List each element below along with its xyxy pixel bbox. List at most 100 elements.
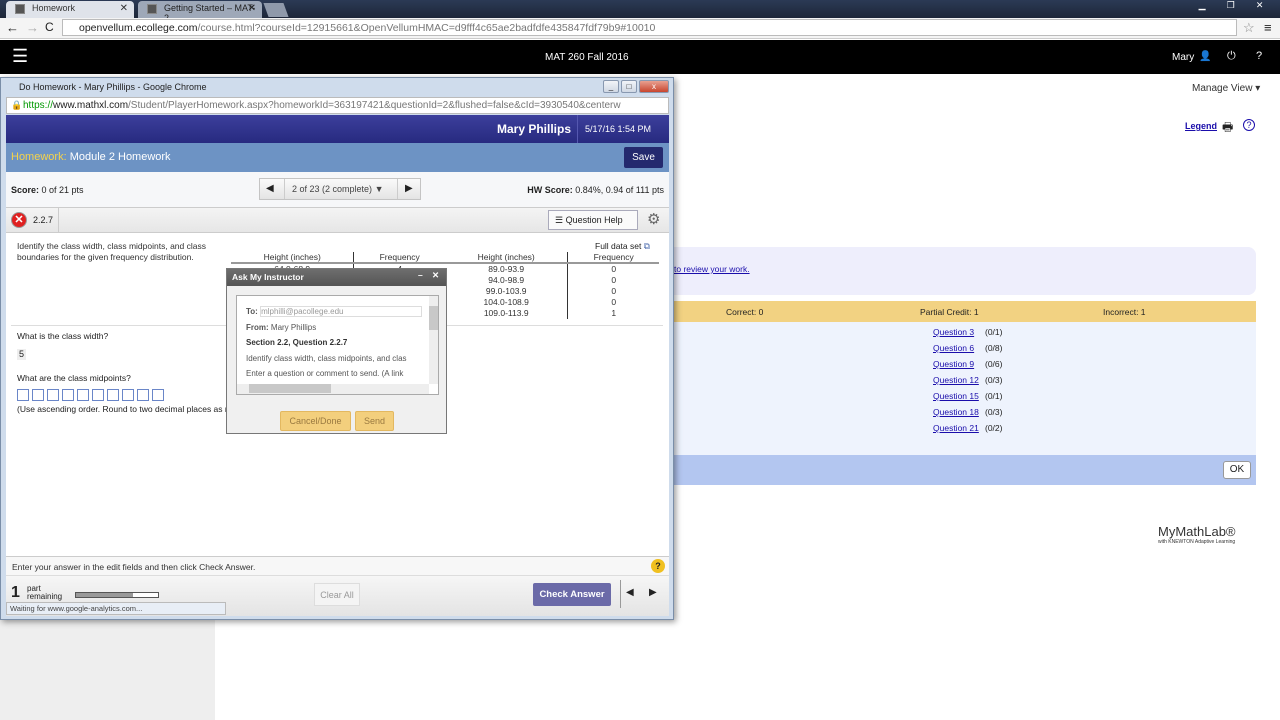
list-icon: ☰ — [555, 215, 564, 225]
back-icon[interactable]: ← — [6, 20, 19, 35]
instructions-bar: Enter your answer in the edit fields and… — [6, 556, 669, 576]
hamburger-menu-icon[interactable]: ☰ — [12, 46, 28, 67]
close-icon[interactable]: ✕ — [1256, 0, 1264, 12]
tab-homework[interactable]: Homework ✕ — [6, 1, 134, 18]
popup-minimize-icon[interactable]: _ — [603, 80, 619, 93]
full-data-set-label: Full data set — [595, 241, 642, 251]
previous-question-icon[interactable]: ◀ — [626, 587, 634, 598]
help-circle-icon[interactable]: ? — [1243, 119, 1255, 131]
gear-icon[interactable]: ⚙ — [647, 210, 660, 228]
close-tab-icon[interactable]: ✕ — [120, 3, 128, 14]
midpoint-input[interactable] — [137, 389, 149, 402]
page-icon — [15, 4, 25, 14]
question-link[interactable]: Question 21 — [933, 423, 985, 433]
check-answer-button[interactable]: Check Answer — [533, 583, 611, 606]
question-score: (0/2) — [985, 423, 1003, 433]
clear-all-button[interactable]: Clear All — [314, 583, 360, 606]
divider — [577, 115, 578, 143]
question-list-item: Question 15 (0/1) — [933, 391, 1002, 401]
vertical-scrollbar[interactable] — [429, 296, 438, 384]
bookmark-star-icon[interactable]: ☆ — [1243, 20, 1255, 36]
ok-button[interactable]: OK — [1223, 461, 1251, 479]
manage-view-dropdown[interactable]: Manage View ▾ — [1192, 83, 1260, 94]
instructions-text: Enter your answer in the edit fields and… — [12, 562, 256, 572]
table-cell: 0 — [611, 264, 617, 275]
user-icon[interactable]: 👤 — [1199, 51, 1211, 62]
maximize-icon[interactable]: ❐ — [1227, 0, 1235, 12]
question-select[interactable]: 2 of 23 (2 complete) ▼ — [292, 184, 383, 194]
tab-getting-started[interactable]: Getting Started – MAT-2✕ — [138, 1, 262, 23]
url-input[interactable]: openvellum.ecollege.com/course.html?cour… — [62, 19, 1237, 36]
previous-question-icon[interactable]: ◀ — [266, 183, 274, 194]
popup-url-bar[interactable]: 🔒 https://www.mathxl.com/Student/PlayerHo… — [6, 97, 669, 114]
close-icon[interactable]: ✕ — [432, 270, 439, 281]
next-question-icon[interactable]: ▶ — [649, 587, 657, 598]
table-cell: 0 — [611, 274, 617, 285]
message-input[interactable]: Enter a question or comment to send. (A … — [246, 369, 429, 378]
power-icon[interactable]: ⏻ — [1227, 50, 1236, 63]
question-score: (0/1) — [985, 391, 1003, 401]
help-icon[interactable]: ? — [651, 559, 665, 573]
question-list-item: Question 3 (0/1) — [933, 327, 1002, 337]
url-path: /course.html?courseId=12915661&OpenVellu… — [197, 22, 656, 34]
question-score: (0/1) — [985, 327, 1003, 337]
cancel-done-button[interactable]: Cancel/Done — [280, 411, 351, 431]
help-icon[interactable]: ? — [1256, 50, 1262, 62]
window-controls[interactable]: ▁ ❐ ✕ — [1188, 0, 1274, 12]
popout-icon: ⧉ — [643, 241, 650, 251]
question-list-item: Question 6 (0/8) — [933, 343, 1002, 353]
parts-label: part remaining — [27, 584, 63, 601]
question-link[interactable]: Question 9 — [933, 359, 985, 369]
save-button[interactable]: Save — [624, 147, 663, 168]
midpoint-input[interactable] — [47, 389, 59, 402]
homework-label: Homework: — [11, 151, 67, 163]
midpoint-input[interactable] — [92, 389, 104, 402]
question-link[interactable]: Question 18 — [933, 407, 985, 417]
new-tab-button[interactable] — [263, 3, 289, 17]
send-button[interactable]: Send — [355, 411, 394, 431]
question-help-button[interactable]: ☰ Question Help — [548, 210, 638, 230]
minimize-icon[interactable]: – — [418, 270, 423, 280]
to-field[interactable]: mlphilli@pacollege.edu — [260, 306, 423, 317]
column-header: Height (inches) — [444, 252, 569, 264]
column-header: Frequency — [567, 252, 659, 264]
legend-link[interactable]: Legend — [1185, 121, 1217, 131]
question-link[interactable]: Question 3 — [933, 327, 985, 337]
print-icon[interactable]: 🖶 — [1222, 118, 1233, 139]
manage-view-label: Manage View — [1192, 83, 1253, 94]
next-question-icon[interactable]: ▶ — [405, 183, 413, 194]
midpoint-input[interactable] — [152, 389, 164, 402]
user-name[interactable]: Mary — [1172, 52, 1194, 63]
close-tab-icon[interactable]: ✕ — [248, 3, 256, 14]
midpoint-input[interactable] — [32, 389, 44, 402]
review-work-link[interactable]: to review your work. — [674, 264, 750, 274]
table-cell: 1 — [611, 308, 617, 319]
from-label: From: — [246, 323, 269, 332]
hw-score-label: HW Score: — [527, 185, 573, 195]
question-score: (0/6) — [985, 359, 1003, 369]
score-label: Score: — [11, 185, 40, 195]
forward-icon[interactable]: → — [26, 20, 39, 35]
midpoint-input[interactable] — [62, 389, 74, 402]
message-editor[interactable]: To: mlphilli@pacollege.edu From: Mary Ph… — [236, 295, 439, 395]
score-value: 0 of 21 pts — [41, 185, 84, 195]
class-width-answer[interactable]: 5 — [17, 349, 26, 360]
question-link[interactable]: Question 6 — [933, 343, 985, 353]
parts-progress-bar — [75, 592, 159, 598]
horizontal-scrollbar[interactable] — [237, 384, 429, 394]
midpoint-input[interactable] — [107, 389, 119, 402]
incorrect-count: Incorrect: 1 — [1103, 307, 1146, 317]
question-summary: Identify class width, class midpoints, a… — [246, 354, 407, 363]
dialog-title-bar[interactable]: Ask My Instructor – ✕ — [227, 269, 446, 286]
midpoint-input[interactable] — [122, 389, 134, 402]
menu-icon[interactable]: ≡ — [1264, 20, 1272, 35]
question-link[interactable]: Question 15 — [933, 391, 985, 401]
popup-maximize-icon[interactable]: □ — [621, 80, 637, 93]
midpoint-input[interactable] — [17, 389, 29, 402]
popup-close-icon[interactable]: x — [639, 80, 669, 93]
minimize-icon[interactable]: ▁ — [1199, 0, 1206, 12]
midpoint-input[interactable] — [77, 389, 89, 402]
reload-icon[interactable]: C — [45, 20, 54, 34]
full-data-set-link[interactable]: Full data set ⧉ — [595, 241, 650, 252]
question-link[interactable]: Question 12 — [933, 375, 985, 385]
